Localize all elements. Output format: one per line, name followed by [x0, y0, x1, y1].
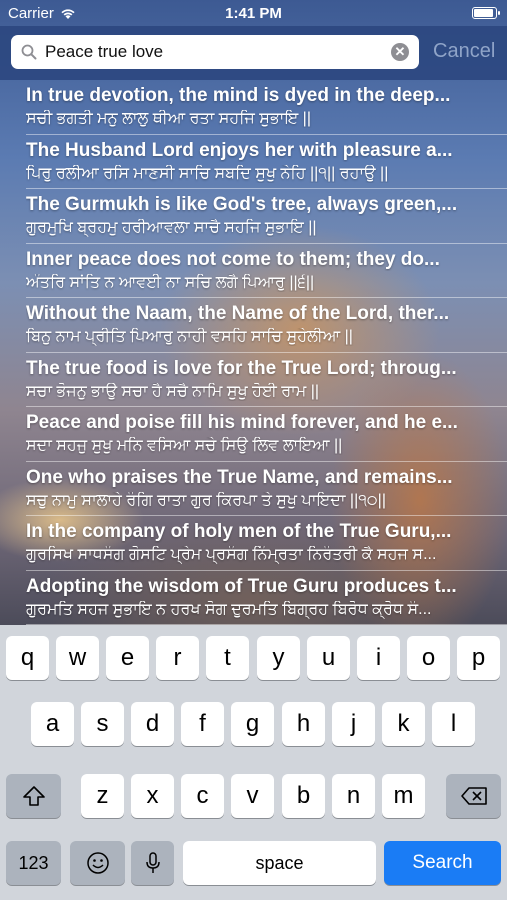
cancel-button[interactable]: Cancel [433, 40, 495, 63]
key-m[interactable]: m [382, 774, 425, 818]
result-gurmukhi: ਗੁਰਸਿਖ ਸਾਧਸੰਗ ਗੋਸਟਿ ਪ੍ਰੇਮ ਪ੍ਰਸੰਗ ਨਿੰਮ੍ਰਤ… [26, 546, 437, 563]
list-item[interactable]: The Gurmukh is like God's tree, always g… [26, 189, 507, 244]
result-english: Without the Naam, the Name of the Lord, … [26, 303, 450, 324]
clock: 1:41 PM [225, 5, 282, 22]
key-p[interactable]: p [457, 636, 500, 680]
results-list: In true devotion, the mind is dyed in th… [0, 80, 507, 625]
search-input[interactable] [45, 39, 385, 65]
result-english: Peace and poise fill his mind forever, a… [26, 412, 458, 433]
key-e[interactable]: e [106, 636, 149, 680]
result-english: The true food is love for the True Lord;… [26, 357, 457, 379]
shift-key[interactable] [6, 774, 61, 818]
result-gurmukhi: ਗੁਰਮੁਖਿ ਬ੍ਰਹਮੁ ਹਰੀਆਵਲਾ ਸਾਚੈ ਸਹਜਿ ਸੁਭਾਇ |… [26, 219, 317, 236]
list-item[interactable]: In the company of holy men of the True G… [26, 516, 507, 571]
result-english: Inner peace does not come to them; they … [26, 248, 440, 270]
key-a[interactable]: a [31, 702, 74, 746]
list-item[interactable]: The true food is love for the True Lord;… [26, 353, 507, 407]
list-item[interactable]: Without the Naam, the Name of the Lord, … [26, 298, 507, 353]
result-english: The Gurmukh is like God's tree, always g… [26, 194, 458, 215]
key-i[interactable]: i [357, 636, 400, 680]
key-k[interactable]: k [382, 702, 425, 746]
emoji-icon [86, 852, 109, 874]
space-key[interactable]: space [183, 841, 376, 885]
key-s[interactable]: s [81, 702, 124, 746]
list-item[interactable]: The Husband Lord enjoys her with pleasur… [26, 135, 507, 189]
battery-icon [472, 7, 500, 19]
result-gurmukhi: ਸਦਾ ਸਹਜੁ ਸੁਖੁ ਮਨਿ ਵਸਿਆ ਸਚੇ ਸਿਉ ਲਿਵ ਲਾਇਆ … [26, 437, 343, 454]
result-gurmukhi: ਬਿਨੁ ਨਾਮ ਪ੍ਰੀਤਿ ਪਿਆਰੁ ਨਾਹੀ ਵਸਹਿ ਸਾਚਿ ਸੁਹ… [26, 328, 353, 345]
list-item[interactable]: Peace and poise fill his mind forever, a… [26, 407, 507, 462]
key-c[interactable]: c [181, 774, 224, 818]
key-r[interactable]: r [156, 636, 199, 680]
result-english: Adopting the wisdom of True Guru produce… [26, 575, 457, 597]
search-field[interactable]: ✕ [11, 35, 419, 69]
search-key[interactable]: Search [384, 841, 501, 885]
key-n[interactable]: n [332, 774, 375, 818]
dictation-key[interactable] [131, 841, 174, 885]
key-g[interactable]: g [231, 702, 274, 746]
clear-search-icon[interactable]: ✕ [391, 43, 409, 61]
result-gurmukhi: ਅੰਤਰਿ ਸਾਂਤਿ ਨ ਆਵਈ ਨਾ ਸਚਿ ਲਗੈ ਪਿਆਰੁ ||੬|| [26, 273, 315, 291]
search-bar: ✕ Cancel [0, 26, 507, 80]
search-icon [21, 44, 37, 60]
result-gurmukhi: ਗੁਰਮਤਿ ਸਹਜ ਸੁਭਾਇ ਨ ਹਰਖ ਸੋਗ ਦੁਰਮਤਿ ਬਿਗ੍ਰਹ… [26, 600, 432, 618]
list-item[interactable]: One who praises the True Name, and remai… [26, 462, 507, 516]
result-english: One who praises the True Name, and remai… [26, 466, 453, 488]
list-item[interactable]: In true devotion, the mind is dyed in th… [26, 80, 507, 135]
key-b[interactable]: b [282, 774, 325, 818]
result-gurmukhi: ਸਚੀ ਭਗਤੀ ਮਨੁ ਲਾਲੁ ਥੀਆ ਰਤਾ ਸਹਜਿ ਸੁਭਾਇ || [26, 110, 311, 127]
result-gurmukhi: ਪਿਰੁ ਰਲੀਆ ਰਸਿ ਮਾਣਸੀ ਸਾਚਿ ਸਬਦਿ ਸੁਖੁ ਨੇਹਿ … [26, 164, 389, 182]
numbers-key[interactable]: 123 [6, 841, 61, 885]
result-gurmukhi: ਸਚੁ ਨਾਮੁ ਸਾਲਾਹੇ ਰੰਗਿ ਰਾਤਾ ਗੁਰ ਕਿਰਪਾ ਤੇ ਸ… [26, 491, 386, 509]
list-item[interactable]: Inner peace does not come to them; they … [26, 244, 507, 298]
backspace-icon [460, 787, 487, 805]
status-bar: Carrier 1:41 PM [0, 0, 507, 26]
key-l[interactable]: l [432, 702, 475, 746]
list-item[interactable]: Adopting the wisdom of True Guru produce… [26, 571, 507, 625]
key-j[interactable]: j [332, 702, 375, 746]
key-x[interactable]: x [131, 774, 174, 818]
result-english: In true devotion, the mind is dyed in th… [26, 85, 451, 106]
key-f[interactable]: f [181, 702, 224, 746]
result-gurmukhi: ਸਚਾ ਭੋਜਨੁ ਭਾਉ ਸਚਾ ਹੈ ਸਚੈ ਨਾਮਿ ਸੁਖੁ ਹੋਈ ਰ… [26, 382, 320, 400]
key-y[interactable]: y [257, 636, 300, 680]
key-d[interactable]: d [131, 702, 174, 746]
emoji-key[interactable] [70, 841, 125, 885]
result-english: In the company of holy men of the True G… [26, 521, 452, 542]
microphone-icon [145, 852, 160, 873]
key-v[interactable]: v [231, 774, 274, 818]
keyboard: q w e r t y u i o p a s d f g h j k l z … [0, 625, 507, 900]
key-t[interactable]: t [206, 636, 249, 680]
key-q[interactable]: q [6, 636, 49, 680]
key-o[interactable]: o [407, 636, 450, 680]
key-u[interactable]: u [307, 636, 350, 680]
key-h[interactable]: h [282, 702, 325, 746]
result-english: The Husband Lord enjoys her with pleasur… [26, 139, 453, 161]
shift-icon [22, 786, 45, 806]
backspace-key[interactable] [446, 774, 501, 818]
key-w[interactable]: w [56, 636, 99, 680]
key-z[interactable]: z [81, 774, 124, 818]
